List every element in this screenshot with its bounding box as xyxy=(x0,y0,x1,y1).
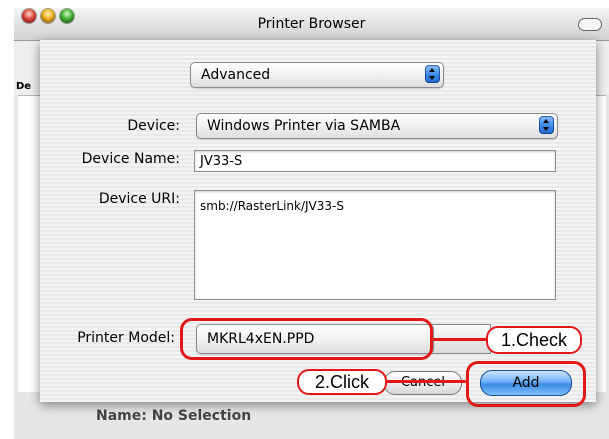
step2-callout: 2.Click xyxy=(297,369,387,395)
device-popup-value: Windows Printer via SAMBA xyxy=(207,118,401,134)
selection-info-text: Name: No Selection xyxy=(96,408,252,424)
add-button-highlight xyxy=(466,361,586,407)
device-popup-button[interactable]: Windows Printer via SAMBA xyxy=(196,113,558,139)
step1-callout: 1.Check xyxy=(486,326,582,354)
mode-popup-label: Advanced xyxy=(201,67,271,83)
check-connector-line xyxy=(431,338,491,341)
popup-arrows-icon xyxy=(539,116,554,134)
device-name-label: Device Name: xyxy=(81,151,180,167)
cancel-button[interactable]: Cancel xyxy=(384,371,462,395)
popup-arrows-icon xyxy=(425,65,440,83)
printer-model-label: Printer Model: xyxy=(77,330,175,346)
click-connector-line xyxy=(385,380,467,383)
window-title: Printer Browser xyxy=(257,16,366,32)
toolbar-toggle-button[interactable] xyxy=(578,18,602,31)
device-uri-label: Device URI: xyxy=(98,191,180,207)
printer-model-highlight xyxy=(180,318,433,360)
device-uri-field[interactable]: smb://RasterLink/JV33-S xyxy=(194,190,556,300)
device-name-field[interactable]: JV33-S xyxy=(194,150,556,172)
column-header-fragment: De xyxy=(16,81,32,92)
mode-popup-button[interactable]: Advanced xyxy=(190,62,444,88)
device-label: Device: xyxy=(127,118,180,134)
